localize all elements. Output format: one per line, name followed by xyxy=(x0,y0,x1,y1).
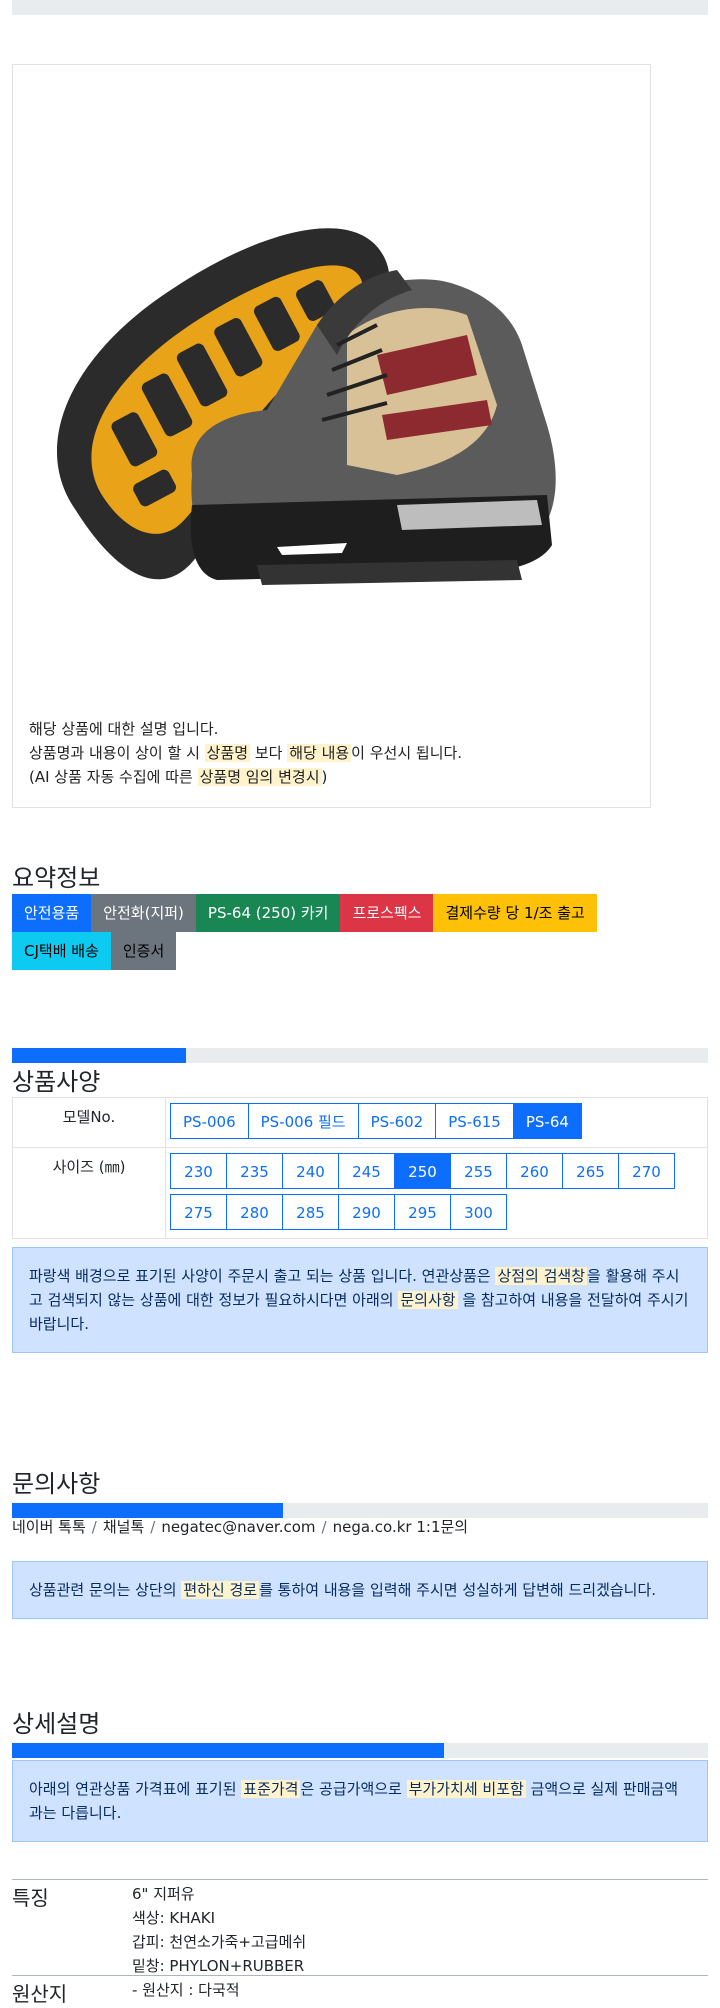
model-option[interactable]: PS-602 xyxy=(357,1103,437,1139)
text: 파랑색 배경으로 표기된 사양이 주문시 출고 되는 상품 입니다. 연관상품은 xyxy=(29,1267,496,1285)
separator: / xyxy=(91,1518,97,1536)
detail-title: 상세설명 xyxy=(12,1710,101,1738)
text: ) xyxy=(321,768,328,786)
model-label: 모델No. xyxy=(12,1097,166,1148)
spec-progress-bar xyxy=(12,1048,708,1063)
top-divider xyxy=(12,0,708,15)
size-label: 사이즈 (㎜) xyxy=(12,1147,166,1239)
feature-item: 6" 지퍼유 xyxy=(132,1885,195,1903)
progress-fill xyxy=(12,1048,186,1063)
size-option[interactable]: 295 xyxy=(394,1194,451,1230)
features-label: 특징 xyxy=(12,1886,49,1910)
product-description: 해당 상품에 대한 설명 입니다. 상품명과 내용이 상이 할 시 상품명 보다… xyxy=(29,717,462,789)
size-option[interactable]: 230 xyxy=(170,1153,227,1189)
text: 상품명과 내용이 상이 할 시 xyxy=(29,744,205,762)
spec-title: 상품사양 xyxy=(12,1068,101,1096)
summary-badge: 프로스펙스 xyxy=(340,894,434,932)
highlight: 문의사항 xyxy=(398,1291,458,1309)
highlight: 해당 내용 xyxy=(287,744,352,762)
text: 를 통하여 내용을 입력해 주시면 성실하게 답변해 드리겠습니다. xyxy=(259,1581,657,1599)
summary-title: 요약정보 xyxy=(12,864,101,892)
size-option[interactable]: 240 xyxy=(282,1153,339,1189)
model-option[interactable]: PS-64 xyxy=(512,1103,582,1139)
description-line: 상품명과 내용이 상이 할 시 상품명 보다 해당 내용 이 우선시 됩니다. xyxy=(29,741,462,765)
progress-fill xyxy=(12,1743,444,1758)
summary-badge: CJ택배 배송 xyxy=(12,932,111,970)
size-option[interactable]: 300 xyxy=(450,1194,507,1230)
size-option[interactable]: 270 xyxy=(618,1153,675,1189)
product-image-card: 해당 상품에 대한 설명 입니다. 상품명과 내용이 상이 할 시 상품명 보다… xyxy=(12,64,651,808)
contact-link[interactable]: negatec@naver.com xyxy=(161,1518,315,1536)
size-option[interactable]: 275 xyxy=(170,1194,227,1230)
summary-badge: 인증서 xyxy=(110,932,177,970)
summary-badge: PS-64 (250) 카키 xyxy=(195,894,341,932)
model-options: PS-006 PS-006 필드 PS-602 PS-615 PS-64 xyxy=(170,1102,707,1143)
summary-badges: 안전용품 안전화(지퍼) PS-64 (250) 카키 프로스펙스 결제수량 당 1/조… xyxy=(12,894,672,970)
model-option[interactable]: PS-615 xyxy=(435,1103,514,1139)
origin-value: - 원산지 : 다국적 xyxy=(132,1981,240,1999)
spec-notice: 파랑색 배경으로 표기된 사양이 주문시 출고 되는 상품 입니다. 연관상품은… xyxy=(12,1247,708,1353)
model-option[interactable]: PS-006 필드 xyxy=(247,1103,359,1139)
text: 상품관련 문의는 상단의 xyxy=(29,1581,182,1599)
size-option[interactable]: 250 xyxy=(394,1153,451,1189)
feature-item: 갑피: 천연소가죽+고급메쉬 xyxy=(132,1933,307,1951)
feature-item: 색상: KHAKI xyxy=(132,1909,216,1927)
features-row: 특징 6" 지퍼유 색상: KHAKI 갑피: 천연소가죽+고급메쉬 밑창: PHYL… xyxy=(12,1879,708,1976)
text: 이 우선시 됩니다. xyxy=(351,744,463,762)
size-option[interactable]: 260 xyxy=(506,1153,563,1189)
text: 아래의 연관상품 가격표에 표기된 xyxy=(29,1780,242,1798)
highlight: 상품명 임의 변경시 xyxy=(197,768,322,786)
origin-row: 원산지 - 원산지 : 다국적 xyxy=(12,1975,708,2008)
inquiry-title: 문의사항 xyxy=(12,1470,101,1498)
highlight: 편하신 경로 xyxy=(181,1581,260,1599)
description-line: (AI 상품 자동 수집에 따른 상품명 임의 변경시) xyxy=(29,765,462,789)
highlight: 표준가격 xyxy=(241,1780,301,1798)
separator: / xyxy=(150,1518,156,1536)
detail-notice: 아래의 연관상품 가격표에 표기된 표준가격 은 공급가액으로 부가가치세 비포함… xyxy=(12,1760,708,1842)
text: 보다 xyxy=(250,744,288,762)
contact-link[interactable]: nega.co.kr 1:1문의 xyxy=(333,1518,469,1536)
text: 은 공급가액으로 xyxy=(300,1780,407,1798)
highlight: 상품명 xyxy=(204,744,251,762)
size-option[interactable]: 280 xyxy=(226,1194,283,1230)
separator: / xyxy=(321,1518,327,1536)
summary-badge: 안전용품 xyxy=(12,894,92,932)
description-line: 해당 상품에 대한 설명 입니다. xyxy=(29,720,219,738)
size-options: 230 235 240 245 250 255 260 265 270 275 280 285 290 2… xyxy=(170,1152,707,1234)
summary-badge: 결제수량 당 1/조 출고 xyxy=(433,894,597,932)
text: (AI 상품 자동 수집에 따른 xyxy=(29,768,198,786)
model-option[interactable]: PS-006 xyxy=(170,1103,249,1139)
product-image xyxy=(56,228,556,585)
contact-links: 네이버 톡톡 / 채널톡 / negatec@naver.com / nega.co.kr … xyxy=(12,1516,468,1537)
detail-progress-bar xyxy=(12,1743,708,1758)
size-option[interactable]: 290 xyxy=(338,1194,395,1230)
size-option[interactable]: 245 xyxy=(338,1153,395,1189)
size-option[interactable]: 265 xyxy=(562,1153,619,1189)
origin-label: 원산지 xyxy=(12,1982,68,2006)
contact-link[interactable]: 네이버 톡톡 xyxy=(12,1518,86,1536)
size-option[interactable]: 255 xyxy=(450,1153,507,1189)
highlight: 부가가치세 비포함 xyxy=(406,1780,526,1798)
contact-link[interactable]: 채널톡 xyxy=(103,1518,144,1536)
size-option[interactable]: 285 xyxy=(282,1194,339,1230)
highlight: 상점의 검색창 xyxy=(495,1267,588,1285)
features-list: 6" 지퍼유 색상: KHAKI 갑피: 천연소가죽+고급메쉬 밑창: PHYLON+… xyxy=(132,1882,306,1978)
inquiry-notice: 상품관련 문의는 상단의 편하신 경로 를 통하여 내용을 입력해 주시면 성실하… xyxy=(12,1561,708,1619)
spec-table: 모델No. PS-006 PS-006 필드 PS-602 PS-615 PS-64 사… xyxy=(12,1097,708,1239)
size-option[interactable]: 235 xyxy=(226,1153,283,1189)
summary-badge: 안전화(지퍼) xyxy=(91,894,196,932)
